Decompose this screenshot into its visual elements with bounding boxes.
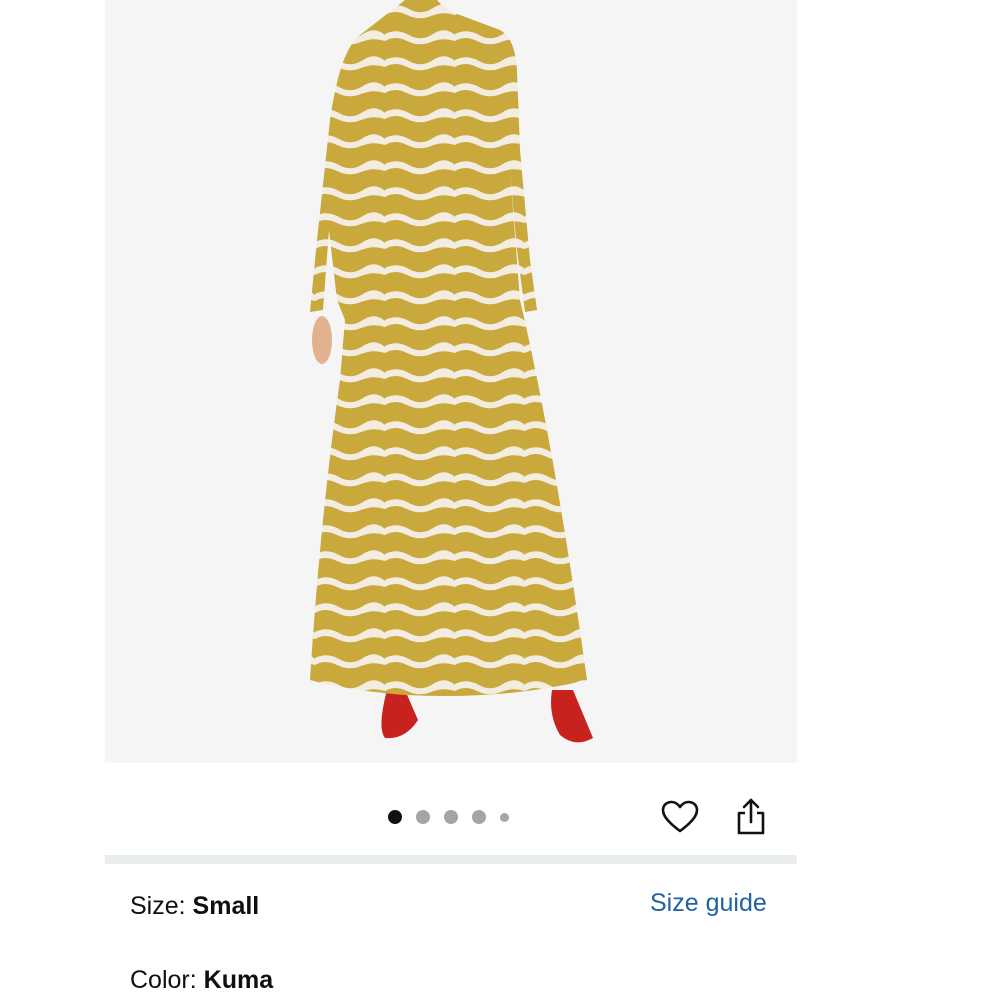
left-hand [312, 316, 332, 364]
carousel-dot[interactable] [416, 810, 430, 824]
carousel-dot[interactable] [444, 810, 458, 824]
color-selection: Color: Kuma [130, 965, 273, 995]
section-divider [105, 855, 797, 864]
left-shoe [381, 690, 418, 739]
heart-icon [661, 800, 699, 833]
share-icon [737, 798, 765, 835]
color-value: Kuma [203, 966, 274, 994]
size-selection: Size: Small [130, 891, 259, 921]
size-label: Size: [130, 892, 186, 920]
favorite-button[interactable] [658, 795, 702, 839]
size-guide-link[interactable]: Size guide [650, 888, 767, 918]
image-carousel-controls [105, 763, 797, 855]
product-image[interactable] [105, 0, 797, 763]
dress [310, 0, 587, 696]
right-shoe [551, 690, 593, 743]
share-button[interactable] [729, 795, 773, 839]
dress-photo [310, 0, 593, 743]
carousel-dots [388, 810, 509, 824]
carousel-dot[interactable] [500, 812, 509, 822]
carousel-dot[interactable] [472, 810, 486, 824]
size-value: Small [192, 892, 260, 920]
carousel-dot[interactable] [388, 810, 402, 824]
color-label: Color: [130, 966, 197, 994]
